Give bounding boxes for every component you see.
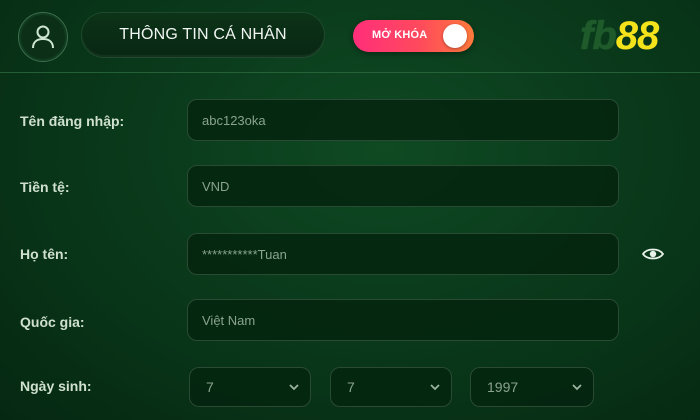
birthday-year-select[interactable]: 1997 <box>470 367 594 407</box>
eye-icon[interactable] <box>642 245 664 263</box>
birthday-month-select[interactable]: 7 <box>330 367 452 407</box>
chevron-down-icon <box>289 384 299 391</box>
birthday-month-value: 7 <box>347 379 355 395</box>
page-title: THÔNG TIN CÁ NHÂN <box>82 13 324 57</box>
birthday-label: Ngày sinh: <box>20 378 92 394</box>
country-value: Việt Nam <box>202 312 256 328</box>
currency-label: Tiền tệ: <box>20 179 70 195</box>
country-field[interactable]: Việt Nam <box>187 299 619 341</box>
fullname-label: Họ tên: <box>20 246 69 262</box>
avatar[interactable] <box>18 12 68 62</box>
fullname-field[interactable]: ***********Tuan <box>187 233 619 275</box>
chevron-down-icon <box>572 384 582 391</box>
username-value: abc123oka <box>202 112 266 128</box>
fb88-logo: fb 88 <box>580 14 659 58</box>
birthday-year-value: 1997 <box>487 379 519 395</box>
logo-fb: fb <box>580 14 617 58</box>
logo-number: 88 <box>615 14 659 58</box>
unlock-toggle-label: MỞ KHÓA <box>372 29 428 41</box>
birthday-day-select[interactable]: 7 <box>189 367 311 407</box>
currency-value: VND <box>202 178 230 194</box>
username-label: Tên đăng nhập: <box>20 113 125 129</box>
header: THÔNG TIN CÁ NHÂN MỞ KHÓA fb 88 <box>0 0 700 72</box>
header-divider <box>0 72 700 73</box>
country-label: Quốc gia: <box>20 314 85 330</box>
username-field[interactable]: abc123oka <box>187 99 619 141</box>
toggle-knob <box>443 24 467 48</box>
page-title-text: THÔNG TIN CÁ NHÂN <box>119 26 287 43</box>
chevron-down-icon <box>430 384 440 391</box>
unlock-toggle[interactable]: MỞ KHÓA <box>353 20 474 52</box>
currency-field[interactable]: VND <box>187 165 619 207</box>
birthday-day-value: 7 <box>206 379 214 395</box>
fullname-value: ***********Tuan <box>202 246 287 262</box>
user-icon <box>32 25 54 49</box>
